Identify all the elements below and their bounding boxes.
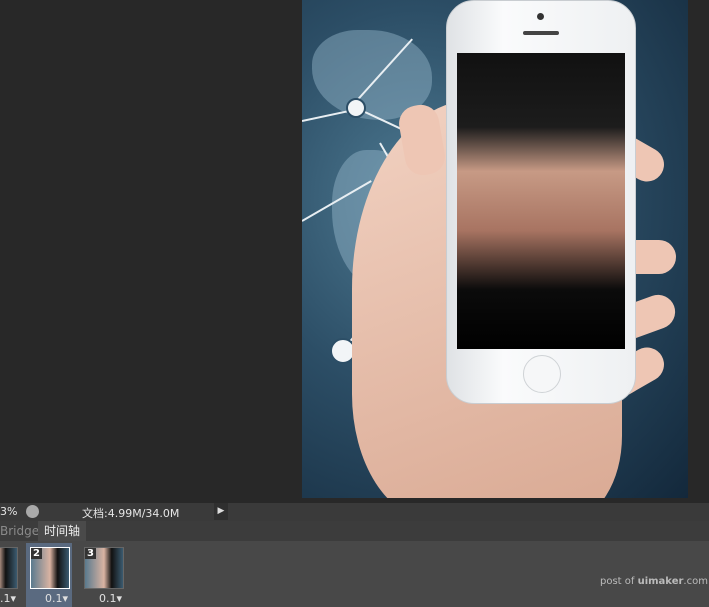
phone-screen-photo xyxy=(457,53,625,349)
frame-thumbnail xyxy=(0,547,18,589)
watermark-suffix: .com xyxy=(683,576,708,587)
watermark: post of uimaker.com xyxy=(600,576,708,587)
frame-number: 3 xyxy=(85,548,96,559)
timeline-frames: 0.1▾ 2 0.1▾ 3 0.1▾ post of uimaker.com xyxy=(0,541,709,607)
status-arrow-icon[interactable]: ▶ xyxy=(214,503,228,520)
speaker-grille xyxy=(523,31,559,35)
user-node-icon xyxy=(346,98,366,118)
status-menu-icon[interactable] xyxy=(26,505,39,518)
watermark-brand: uimaker xyxy=(637,576,684,587)
frame-2[interactable]: 2 0.1▾ xyxy=(26,543,72,607)
tab-timeline[interactable]: 时间轴 xyxy=(38,521,87,541)
camera-icon xyxy=(537,13,544,20)
document-canvas[interactable] xyxy=(0,0,709,500)
watermark-prefix: post of xyxy=(600,576,638,587)
panel-tabs: Bridge 时间轴 xyxy=(0,521,709,542)
tab-bridge[interactable]: Bridge xyxy=(0,524,39,538)
doc-info: 文档:4.99M/34.0M xyxy=(82,507,180,520)
status-bar: 3% 文档:4.99M/34.0M ▶ xyxy=(0,503,709,521)
frame-3[interactable]: 3 0.1▾ xyxy=(80,543,126,607)
frame-delay[interactable]: 0.1▾ xyxy=(45,592,68,605)
frame-number: 2 xyxy=(31,548,42,559)
phone-mockup xyxy=(446,0,636,404)
frame-delay[interactable]: 0.1▾ xyxy=(0,592,16,605)
home-button-icon xyxy=(523,355,561,393)
frame-1[interactable]: 0.1▾ xyxy=(0,543,20,607)
artwork-image xyxy=(302,0,688,498)
zoom-level[interactable]: 3% xyxy=(0,505,17,518)
frame-delay[interactable]: 0.1▾ xyxy=(99,592,122,605)
